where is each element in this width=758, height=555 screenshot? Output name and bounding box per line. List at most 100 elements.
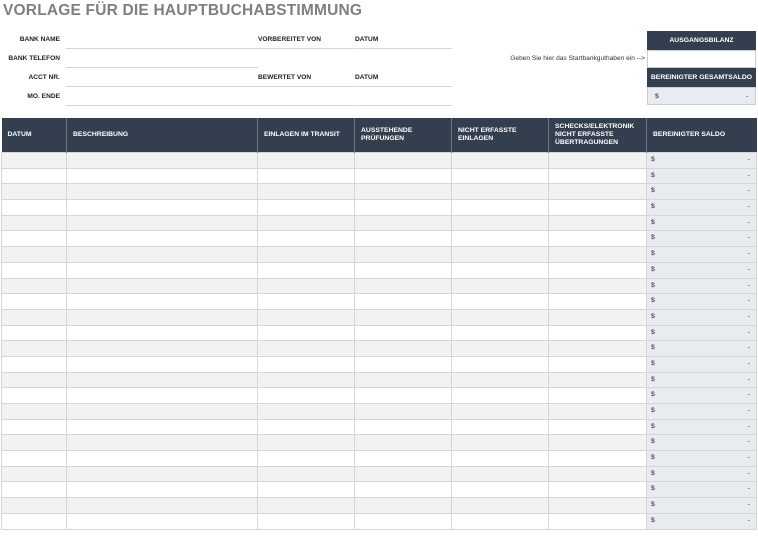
unrecorded-transfers-cell[interactable]: [548, 293, 647, 310]
unrecorded-deposits-cell[interactable]: [451, 167, 549, 185]
unrecorded-deposits-cell[interactable]: [451, 481, 549, 499]
outstanding-checks-cell[interactable]: [354, 230, 452, 248]
description-cell[interactable]: [66, 246, 258, 263]
description-cell[interactable]: [66, 340, 258, 357]
unrecorded-deposits-cell[interactable]: [451, 434, 549, 452]
outstanding-checks-cell[interactable]: [354, 355, 452, 373]
date-cell[interactable]: [1, 324, 67, 342]
outstanding-checks-cell[interactable]: [354, 277, 452, 295]
unrecorded-deposits-cell[interactable]: [451, 418, 549, 436]
description-cell[interactable]: [66, 497, 258, 514]
unrecorded-transfers-cell[interactable]: [548, 246, 647, 263]
description-cell[interactable]: [66, 403, 258, 420]
unrecorded-transfers-cell[interactable]: [548, 371, 647, 389]
deposits-in-transit-cell[interactable]: [257, 434, 355, 452]
description-cell[interactable]: [66, 387, 258, 404]
unrecorded-transfers-cell[interactable]: [548, 214, 647, 232]
description-cell[interactable]: [66, 465, 258, 483]
deposits-in-transit-cell[interactable]: [257, 277, 355, 295]
unrecorded-transfers-cell[interactable]: [548, 465, 647, 483]
date-cell[interactable]: [1, 246, 67, 263]
description-cell[interactable]: [66, 152, 258, 169]
unrecorded-deposits-cell[interactable]: [451, 183, 549, 201]
deposits-in-transit-cell[interactable]: [257, 183, 355, 201]
unrecorded-transfers-cell[interactable]: [548, 340, 647, 357]
deposits-in-transit-cell[interactable]: [257, 167, 355, 185]
deposits-in-transit-cell[interactable]: [257, 308, 355, 326]
outstanding-checks-cell[interactable]: [354, 340, 452, 357]
unrecorded-deposits-cell[interactable]: [451, 403, 549, 420]
date-cell[interactable]: [1, 277, 67, 295]
date-cell[interactable]: [1, 199, 67, 216]
description-cell[interactable]: [66, 512, 258, 530]
description-cell[interactable]: [66, 277, 258, 295]
date-cell[interactable]: [1, 355, 67, 373]
date-cell[interactable]: [1, 465, 67, 483]
unrecorded-transfers-cell[interactable]: [548, 230, 647, 248]
date-cell[interactable]: [1, 403, 67, 420]
deposits-in-transit-cell[interactable]: [257, 152, 355, 169]
deposits-in-transit-cell[interactable]: [257, 246, 355, 263]
unrecorded-transfers-cell[interactable]: [548, 497, 647, 514]
unrecorded-deposits-cell[interactable]: [451, 261, 549, 279]
unrecorded-transfers-cell[interactable]: [548, 167, 647, 185]
unrecorded-transfers-cell[interactable]: [548, 277, 647, 295]
description-cell[interactable]: [66, 214, 258, 232]
date-cell[interactable]: [1, 434, 67, 452]
unrecorded-transfers-cell[interactable]: [548, 481, 647, 499]
unrecorded-deposits-cell[interactable]: [451, 308, 549, 326]
deposits-in-transit-cell[interactable]: [257, 450, 355, 467]
date-cell[interactable]: [1, 167, 67, 185]
outstanding-checks-cell[interactable]: [354, 465, 452, 483]
bank-phone-field[interactable]: [66, 67, 258, 68]
unrecorded-transfers-cell[interactable]: [548, 308, 647, 326]
unrecorded-deposits-cell[interactable]: [451, 387, 549, 404]
outstanding-checks-cell[interactable]: [354, 199, 452, 216]
unrecorded-deposits-cell[interactable]: [451, 214, 549, 232]
unrecorded-transfers-cell[interactable]: [548, 324, 647, 342]
description-cell[interactable]: [66, 308, 258, 326]
outstanding-checks-cell[interactable]: [354, 261, 452, 279]
description-cell[interactable]: [66, 418, 258, 436]
date-cell[interactable]: [1, 371, 67, 389]
unrecorded-deposits-cell[interactable]: [451, 355, 549, 373]
outstanding-checks-cell[interactable]: [354, 183, 452, 201]
deposits-in-transit-cell[interactable]: [257, 355, 355, 373]
outstanding-checks-cell[interactable]: [354, 403, 452, 420]
unrecorded-transfers-cell[interactable]: [548, 434, 647, 452]
unrecorded-deposits-cell[interactable]: [451, 512, 549, 530]
outstanding-checks-cell[interactable]: [354, 481, 452, 499]
deposits-in-transit-cell[interactable]: [257, 481, 355, 499]
date-cell[interactable]: [1, 214, 67, 232]
unrecorded-transfers-cell[interactable]: [548, 512, 647, 530]
date-cell[interactable]: [1, 418, 67, 436]
deposits-in-transit-cell[interactable]: [257, 293, 355, 310]
deposits-in-transit-cell[interactable]: [257, 230, 355, 248]
deposits-in-transit-cell[interactable]: [257, 418, 355, 436]
date-cell[interactable]: [1, 450, 67, 467]
date-cell[interactable]: [1, 512, 67, 530]
description-cell[interactable]: [66, 355, 258, 373]
description-cell[interactable]: [66, 230, 258, 248]
deposits-in-transit-cell[interactable]: [257, 465, 355, 483]
unrecorded-deposits-cell[interactable]: [451, 497, 549, 514]
deposits-in-transit-cell[interactable]: [257, 512, 355, 530]
mo-end-field[interactable]: [66, 105, 258, 106]
deposits-in-transit-cell[interactable]: [257, 199, 355, 216]
outstanding-checks-cell[interactable]: [354, 387, 452, 404]
prepared-by-field-2[interactable]: [258, 105, 354, 106]
unrecorded-deposits-cell[interactable]: [451, 199, 549, 216]
date-cell[interactable]: [1, 230, 67, 248]
unrecorded-transfers-cell[interactable]: [548, 152, 647, 169]
description-cell[interactable]: [66, 481, 258, 499]
description-cell[interactable]: [66, 371, 258, 389]
description-cell[interactable]: [66, 434, 258, 452]
deposits-in-transit-cell[interactable]: [257, 340, 355, 357]
unrecorded-deposits-cell[interactable]: [451, 340, 549, 357]
reviewed-by-field[interactable]: [258, 86, 354, 87]
unrecorded-transfers-cell[interactable]: [548, 450, 647, 467]
unrecorded-deposits-cell[interactable]: [451, 277, 549, 295]
outstanding-checks-cell[interactable]: [354, 246, 452, 263]
unrecorded-deposits-cell[interactable]: [451, 246, 549, 263]
unrecorded-transfers-cell[interactable]: [548, 355, 647, 373]
